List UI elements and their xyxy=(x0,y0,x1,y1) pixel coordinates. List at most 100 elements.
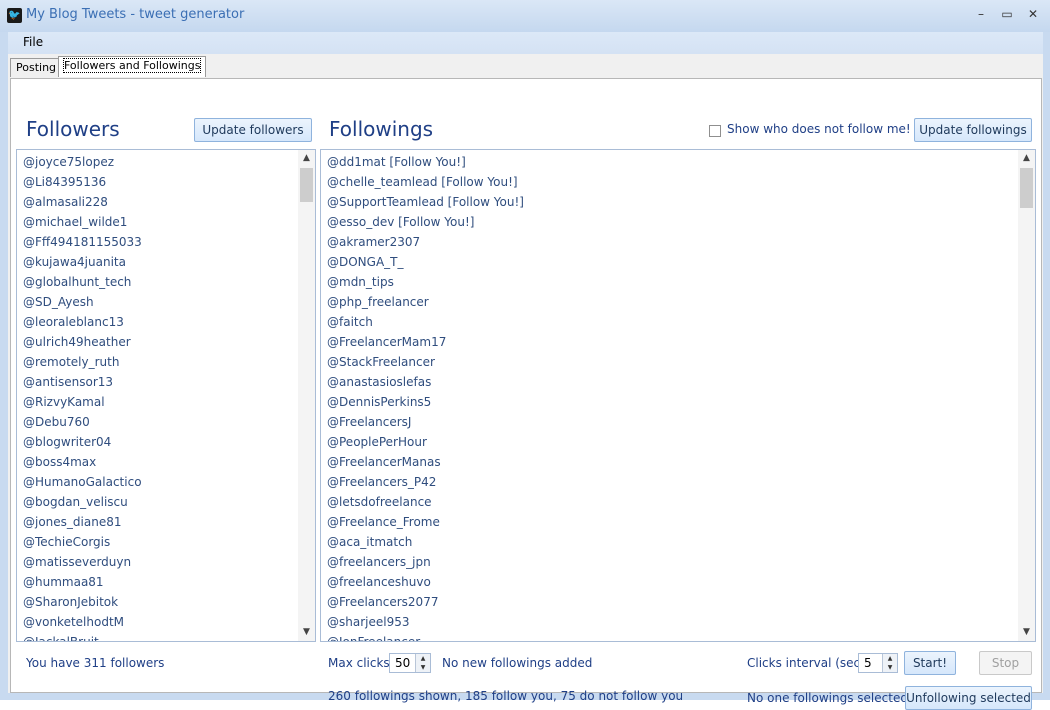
list-item[interactable]: @RizvyKamal xyxy=(23,392,292,412)
list-item[interactable]: @SharonJebitok xyxy=(23,592,292,612)
list-item[interactable]: @globalhunt_tech xyxy=(23,272,292,292)
decrement-icon[interactable]: ▼ xyxy=(882,663,897,672)
max-clicks-label: Max clicks xyxy=(328,656,390,670)
clicks-interval-stepper[interactable]: 5 ▲ ▼ xyxy=(858,653,898,673)
update-followings-button[interactable]: Update followings xyxy=(914,118,1032,142)
list-item[interactable]: @remotely_ruth xyxy=(23,352,292,372)
increment-icon[interactable]: ▲ xyxy=(882,654,897,663)
increment-icon[interactable]: ▲ xyxy=(415,654,430,663)
decrement-icon[interactable]: ▼ xyxy=(415,663,430,672)
list-item[interactable]: @dd1mat [Follow You!] xyxy=(327,152,1012,172)
tab-followers-followings[interactable]: Followers and Followings xyxy=(58,56,207,77)
tab-posting[interactable]: Posting xyxy=(10,58,63,77)
list-item[interactable]: @FreelancersJ xyxy=(327,412,1012,432)
list-item[interactable]: @Freelancers_P42 xyxy=(327,472,1012,492)
followers-list-items: @joyce75lopez @Li84395136 @almasali228 @mic… xyxy=(17,150,298,641)
list-item[interactable]: @sharjeel953 xyxy=(327,612,1012,632)
clicks-interval-value[interactable]: 5 xyxy=(864,654,872,672)
start-button[interactable]: Start! xyxy=(904,651,956,675)
added-status: No new followings added xyxy=(442,656,593,670)
list-item[interactable]: @almasali228 xyxy=(23,192,292,212)
list-item[interactable]: @PeoplePerHour xyxy=(327,432,1012,452)
followings-summary: 260 followings shown, 185 follow you, 75… xyxy=(328,689,684,703)
list-item[interactable]: @akramer2307 xyxy=(327,232,1012,252)
followings-scrollbar[interactable]: ▲ ▼ xyxy=(1018,150,1035,641)
list-item[interactable]: @freelanceshuvo xyxy=(327,572,1012,592)
list-item[interactable]: @JonFreelancer xyxy=(327,632,1012,641)
show-not-follow-label[interactable]: Show who does not follow me! xyxy=(727,122,911,136)
scroll-down-icon[interactable]: ▼ xyxy=(298,624,315,641)
scroll-thumb[interactable] xyxy=(1020,168,1033,208)
list-item[interactable]: @kujawa4juanita xyxy=(23,252,292,272)
list-item[interactable]: @aca_itmatch xyxy=(327,532,1012,552)
list-item[interactable]: @bogdan_veliscu xyxy=(23,492,292,512)
client-area: File Posting Followers and Followings Fo… xyxy=(8,32,1043,710)
list-item[interactable]: @FreelancerManas xyxy=(327,452,1012,472)
list-item[interactable]: @StackFreelancer xyxy=(327,352,1012,372)
app-window: 🐦 My Blog Tweets - tweet generator – ▭ ✕… xyxy=(0,0,1050,710)
list-item[interactable]: @HumanoGalactico xyxy=(23,472,292,492)
list-item[interactable]: @DennisPerkins5 xyxy=(327,392,1012,412)
maximize-button[interactable]: ▭ xyxy=(994,4,1020,24)
scroll-down-icon[interactable]: ▼ xyxy=(1018,624,1035,641)
list-item[interactable]: @freelancers_jpn xyxy=(327,552,1012,572)
list-item[interactable]: @faitch xyxy=(327,312,1012,332)
list-item[interactable]: @SD_Ayesh xyxy=(23,292,292,312)
max-clicks-stepper[interactable]: 50 ▲ ▼ xyxy=(389,653,431,673)
followers-list[interactable]: @joyce75lopez @Li84395136 @almasali228 @mic… xyxy=(16,149,316,642)
list-item[interactable]: @php_freelancer xyxy=(327,292,1012,312)
selection-status: No one followings selected xyxy=(747,691,908,705)
max-clicks-value[interactable]: 50 xyxy=(395,654,410,672)
tab-strip: Posting Followers and Followings xyxy=(8,56,1043,78)
list-item[interactable]: @boss4max xyxy=(23,452,292,472)
minimize-button[interactable]: – xyxy=(968,4,994,24)
list-item[interactable]: @Fff494181155033 xyxy=(23,232,292,252)
followings-list[interactable]: @dd1mat [Follow You!] @chelle_teamlead [F… xyxy=(320,149,1036,642)
list-item[interactable]: @Li84395136 xyxy=(23,172,292,192)
list-item[interactable]: @vonketelhodtM xyxy=(23,612,292,632)
list-item[interactable]: @michael_wilde1 xyxy=(23,212,292,232)
scroll-up-icon[interactable]: ▲ xyxy=(1018,150,1035,167)
followers-heading: Followers xyxy=(26,117,120,141)
list-item[interactable]: @jones_diane81 xyxy=(23,512,292,532)
twitter-bird-icon: 🐦 xyxy=(7,8,22,23)
list-item[interactable]: @antisensor13 xyxy=(23,372,292,392)
list-item[interactable]: @anastasioslefas xyxy=(327,372,1012,392)
list-item[interactable]: @esso_dev [Follow You!] xyxy=(327,212,1012,232)
followers-count-status: You have 311 followers xyxy=(26,656,165,670)
list-item[interactable]: @SupportTeamlead [Follow You!] xyxy=(327,192,1012,212)
stop-button[interactable]: Stop xyxy=(979,651,1032,675)
window-title: My Blog Tweets - tweet generator xyxy=(26,7,245,22)
clicks-interval-label: Clicks interval (sec) xyxy=(747,656,865,670)
followers-scrollbar[interactable]: ▲ ▼ xyxy=(298,150,315,641)
list-item[interactable]: @joyce75lopez xyxy=(23,152,292,172)
unfollow-selected-button[interactable]: Unfollowing selected xyxy=(905,686,1032,710)
list-item[interactable]: @TechieCorgis xyxy=(23,532,292,552)
show-not-follow-checkbox[interactable] xyxy=(709,125,721,137)
list-item[interactable]: @chelle_teamlead [Follow You!] xyxy=(327,172,1012,192)
scroll-up-icon[interactable]: ▲ xyxy=(298,150,315,167)
update-followers-button[interactable]: Update followers xyxy=(194,118,312,142)
list-item[interactable]: @ulrich49heather xyxy=(23,332,292,352)
close-button[interactable]: ✕ xyxy=(1020,4,1046,24)
list-item[interactable]: @hummaa81 xyxy=(23,572,292,592)
menu-bar: File xyxy=(8,32,1043,54)
list-item[interactable]: @matisseverduyn xyxy=(23,552,292,572)
list-item[interactable]: @leoraleblanc13 xyxy=(23,312,292,332)
list-item[interactable]: @blogwriter04 xyxy=(23,432,292,452)
list-item[interactable]: @DONGA_T_ xyxy=(327,252,1012,272)
list-item[interactable]: @FreelancerMam17 xyxy=(327,332,1012,352)
followings-list-items: @dd1mat [Follow You!] @chelle_teamlead [F… xyxy=(321,150,1018,641)
tab-page: Followers Update followers @joyce75lopez… xyxy=(10,78,1042,710)
list-item[interactable]: @Freelance_Frome xyxy=(327,512,1012,532)
scroll-thumb[interactable] xyxy=(300,168,313,202)
title-bar: 🐦 My Blog Tweets - tweet generator – ▭ ✕ xyxy=(0,0,1050,32)
followings-heading: Followings xyxy=(329,117,434,141)
list-item[interactable]: @JackalBruit xyxy=(23,632,292,641)
list-item[interactable]: @Freelancers2077 xyxy=(327,592,1012,612)
list-item[interactable]: @letsdofreelance xyxy=(327,492,1012,512)
list-item[interactable]: @mdn_tips xyxy=(327,272,1012,292)
list-item[interactable]: @Debu760 xyxy=(23,412,292,432)
tab-followers-followings-label: Followers and Followings xyxy=(62,58,202,73)
menu-file[interactable]: File xyxy=(23,35,43,49)
